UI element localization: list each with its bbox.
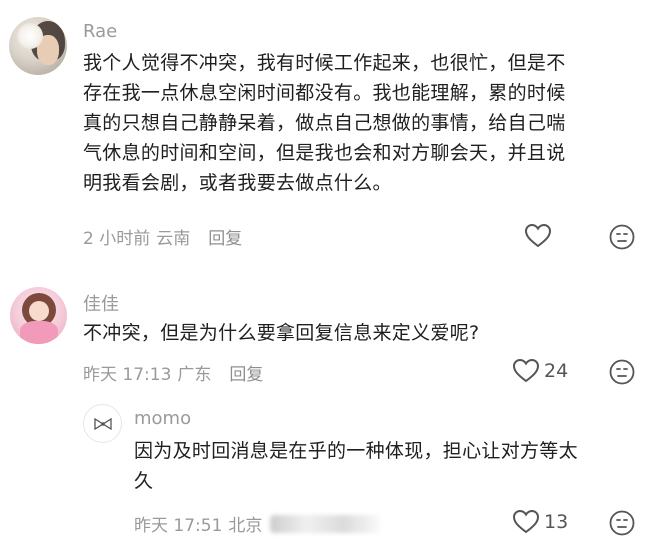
like-count: 24	[544, 360, 569, 382]
avatar-momo[interactable]	[83, 404, 122, 443]
reply-button[interactable]: 回复	[208, 224, 242, 249]
meh-face-icon[interactable]	[609, 359, 635, 385]
comment-line: 我个人觉得不冲突，我有时候工作起来，也很忙，但是不	[83, 52, 566, 74]
comment-text: 我个人觉得不冲突，我有时候工作起来，也很忙，但是不 存在我一点休息空闲时间都没有…	[83, 48, 566, 198]
comment-location: 云南	[156, 229, 191, 249]
comment-meta: 昨天 17:51 北京	[134, 511, 386, 536]
comment-line: 真的只想自己静静呆着，做点自己想做的事情，给自己喘	[83, 112, 566, 134]
avatar-flower	[17, 23, 43, 49]
comment-line: 气休息的时间和空间，但是我也会和对方聊会天，并且说	[83, 142, 566, 164]
comment-text: 不冲突，但是为什么要拿回复信息来定义爱呢?	[83, 318, 479, 348]
like-button[interactable]: 24	[512, 358, 568, 384]
heart-outline-icon	[512, 509, 540, 534]
comment-line: 因为及时回消息是在乎的一种体现，担心让对方等太	[134, 440, 578, 462]
like-count: 13	[544, 511, 569, 533]
comment-line: 久	[134, 470, 154, 492]
comment-author-name[interactable]: Rae	[83, 21, 117, 42]
comment-time: 昨天 17:13	[83, 365, 172, 385]
reply-button[interactable]: 回复	[229, 360, 263, 385]
comment-line: 明我看会剧，或者我要去做点什么。	[83, 172, 392, 194]
meh-face-icon[interactable]	[609, 510, 635, 536]
comment-author-name[interactable]: 佳佳	[83, 290, 119, 316]
avatar-dress	[20, 321, 58, 344]
comment-time: 昨天 17:51	[134, 516, 223, 536]
comment-time: 2 小时前	[83, 229, 151, 249]
comment-author-name[interactable]: momo	[134, 408, 191, 429]
avatar-rae[interactable]	[9, 17, 67, 75]
heart-outline-icon	[512, 358, 540, 383]
comment-line: 不冲突，但是为什么要拿回复信息来定义爱呢?	[83, 322, 480, 344]
like-button[interactable]: 13	[512, 509, 568, 535]
meh-face-icon[interactable]	[609, 224, 635, 250]
bow-icon	[93, 417, 112, 430]
comment-text: 因为及时回消息是在乎的一种体现，担心让对方等太 久	[134, 436, 578, 496]
comment-meta: 2 小时前 云南 回复	[83, 224, 248, 249]
comment-location: 广东	[177, 365, 212, 385]
comment-meta: 昨天 17:13 广东 回复	[83, 360, 269, 385]
avatar-jiajia[interactable]	[10, 287, 67, 344]
comment-location: 北京	[228, 516, 263, 536]
redacted-blur	[270, 514, 381, 533]
avatar-face	[29, 301, 49, 321]
like-button[interactable]	[524, 223, 556, 249]
heart-outline-icon	[524, 223, 552, 248]
comment-line: 存在我一点休息空闲时间都没有。我也能理解，累的时候	[83, 82, 566, 104]
